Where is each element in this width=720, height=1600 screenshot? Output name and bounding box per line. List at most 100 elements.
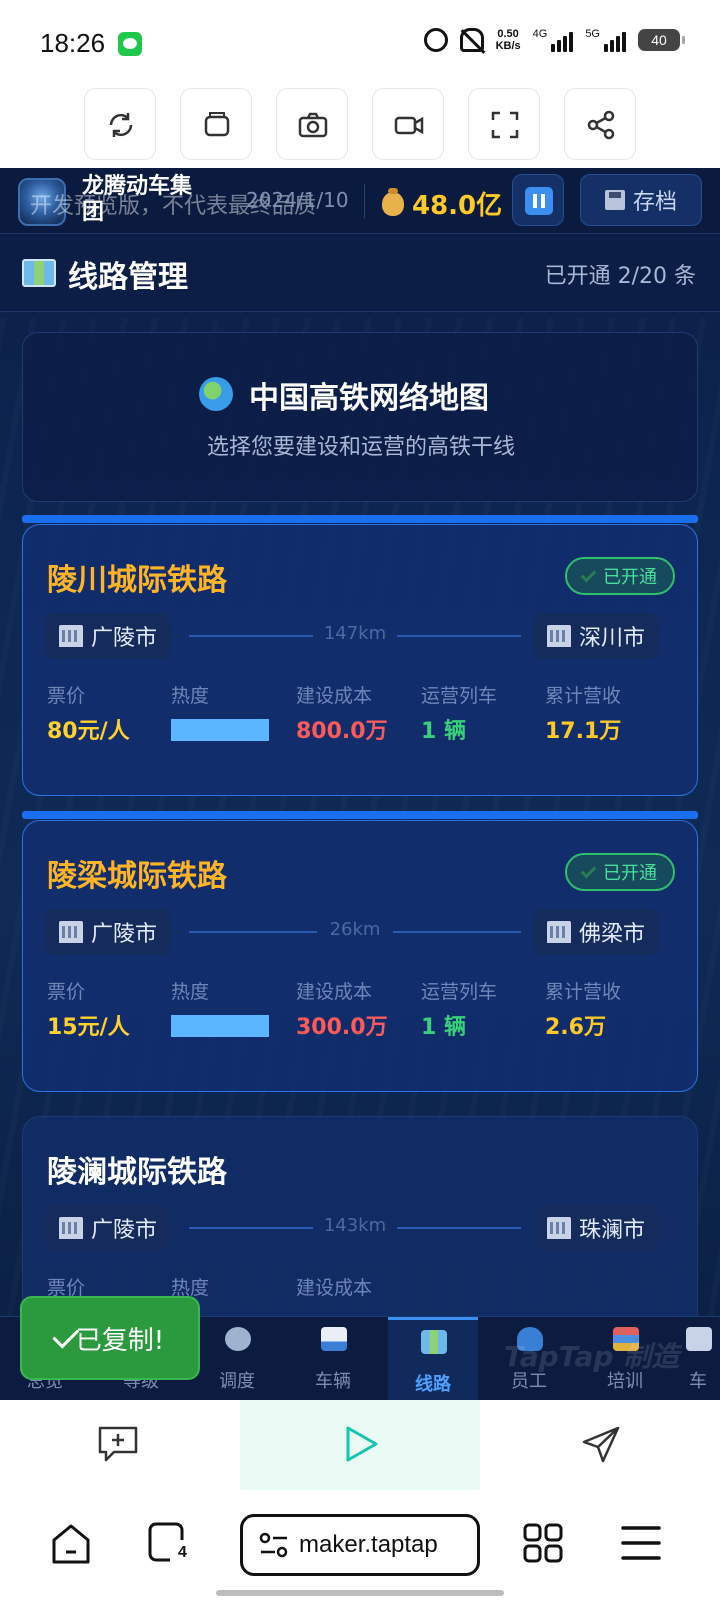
save-button[interactable]: 存档 (580, 174, 702, 226)
check-icon (580, 862, 597, 879)
money-value: 48.0亿 (412, 191, 503, 221)
origin-city: 广陵市 (45, 1205, 172, 1251)
map-icon (22, 259, 56, 287)
origin-city-name: 广陵市 (91, 922, 158, 947)
cost-label: 建设成本 (296, 685, 373, 707)
route-line-right (393, 931, 521, 933)
map-title: 中国高铁网络地图 (249, 381, 489, 416)
wechat-icon (118, 32, 142, 56)
revenue-label: 累计营收 (545, 981, 622, 1003)
building-icon (547, 921, 571, 943)
floppy-disk-icon (604, 190, 625, 210)
play-button[interactable] (240, 1400, 480, 1490)
browser-nav-bar: 4 maker.taptap (0, 1490, 720, 1600)
check-icon (580, 566, 597, 583)
record-button[interactable] (372, 88, 444, 160)
fullscreen-button[interactable] (468, 88, 540, 160)
destination-city-name: 深川市 (579, 626, 646, 651)
menu-button[interactable] (620, 1524, 662, 1566)
price-label: 票价 (47, 981, 86, 1003)
site-settings-icon (259, 1532, 288, 1558)
route-name: 陵澜城际铁路 (47, 1155, 227, 1190)
url-text: maker.taptap (299, 1531, 438, 1558)
game-view: 龙腾动车集团 开发预览版，不代表最终品质 2024/1/10 48.0亿 存档 … (0, 168, 720, 1400)
cost-label: 建设成本 (296, 1277, 373, 1299)
price-value: 15元/人 (47, 1015, 130, 1040)
share-button[interactable] (564, 88, 636, 160)
section-title: 线路管理 (68, 260, 188, 295)
trains-label: 运营列车 (421, 685, 498, 707)
heat-bar (171, 1015, 269, 1037)
status-label: 已开通 (603, 863, 657, 884)
building-icon (686, 1327, 712, 1351)
url-bar[interactable]: maker.taptap (240, 1514, 480, 1576)
apps-button[interactable] (522, 1522, 564, 1568)
route-distance: 147km (323, 623, 387, 644)
network-speed: 0.50 KB/s (496, 28, 521, 52)
window-icon (204, 112, 230, 137)
tabs-button[interactable]: 4 (146, 1520, 188, 1568)
revenue-label: 累计营收 (545, 685, 622, 707)
tool-row (0, 88, 720, 168)
comment-button[interactable] (96, 1424, 140, 1468)
route-line-right (397, 1227, 521, 1229)
route-name: 陵梁城际铁路 (47, 859, 227, 894)
network-map-card[interactable]: 中国高铁网络地图 选择您要建设和运营的高铁干线 (22, 332, 698, 502)
tab-count: 4 (178, 1544, 187, 1561)
route-card[interactable]: 陵梁城际铁路 已开通 广陵市 26km 佛梁市 票价 热度 建设成本 运营列车 … (22, 811, 698, 1092)
route-distance: 26km (329, 919, 381, 940)
send-button[interactable] (580, 1424, 622, 1468)
destination-city-name: 佛梁市 (579, 922, 646, 947)
battery-icon: 40 (638, 29, 685, 51)
divider (364, 184, 365, 218)
signal-4g-icon: 4G (533, 28, 574, 52)
destination-city: 深川市 (533, 613, 660, 659)
destination-city: 珠澜市 (533, 1205, 660, 1251)
status-badge: 已开通 (565, 853, 675, 891)
status-badge: 已开通 (565, 557, 675, 595)
toast-text: 已复制! (75, 1325, 165, 1356)
building-icon (547, 625, 571, 647)
route-distance: 143km (323, 1215, 387, 1236)
tab-dispatch[interactable]: 调度 (192, 1317, 282, 1400)
signal-5g-icon: 5G (585, 28, 626, 52)
refresh-button[interactable] (84, 88, 156, 160)
hamburger-menu-icon (621, 1526, 661, 1560)
sig2-label: 5G (585, 28, 600, 40)
routes-opened-count: 已开通 2/20 条 (544, 264, 696, 289)
tab-routes[interactable]: 线路 (388, 1317, 478, 1400)
trains-value: 1 辆 (421, 719, 466, 744)
money-bag-icon (382, 187, 404, 216)
heat-bar-fill (171, 1015, 269, 1037)
tab-label: 车辆 (315, 1371, 351, 1392)
train-icon (321, 1327, 347, 1351)
pause-icon (525, 187, 553, 215)
fullscreen-icon (491, 111, 519, 139)
destination-city-name: 珠澜市 (579, 1218, 646, 1243)
status-label: 已开通 (603, 567, 657, 588)
net-speed-value: 0.50 (497, 28, 519, 40)
tab-label: 调度 (219, 1371, 255, 1392)
building-icon (547, 1217, 571, 1239)
heat-label: 热度 (171, 685, 210, 707)
route-line-left (189, 1227, 313, 1229)
tab-vehicles[interactable]: 车辆 (288, 1317, 378, 1400)
home-indicator (216, 1590, 504, 1596)
building-icon (59, 1217, 83, 1239)
route-card[interactable]: 陵川城际铁路 已开通 广陵市 147km 深川市 票价 热度 建设成本 运营列车… (22, 515, 698, 796)
trains-label: 运营列车 (421, 981, 498, 1003)
money-display: 48.0亿 (382, 185, 502, 222)
origin-city-name: 广陵市 (91, 626, 158, 651)
pause-button[interactable] (512, 174, 564, 226)
origin-city: 广陵市 (45, 613, 172, 659)
heat-bar-fill (171, 719, 269, 741)
status-bar: 18:26 0.50 KB/s 4G 5G 40 (0, 0, 720, 88)
building-icon (59, 921, 83, 943)
game-top-bar: 龙腾动车集团 开发预览版，不代表最终品质 2024/1/10 48.0亿 存档 (0, 168, 720, 234)
destination-city: 佛梁市 (533, 909, 660, 955)
home-button[interactable] (50, 1522, 92, 1570)
screenshot-button[interactable] (276, 88, 348, 160)
window-button[interactable] (180, 88, 252, 160)
globe-icon (199, 377, 233, 411)
tab-more[interactable]: 车 (676, 1317, 720, 1400)
